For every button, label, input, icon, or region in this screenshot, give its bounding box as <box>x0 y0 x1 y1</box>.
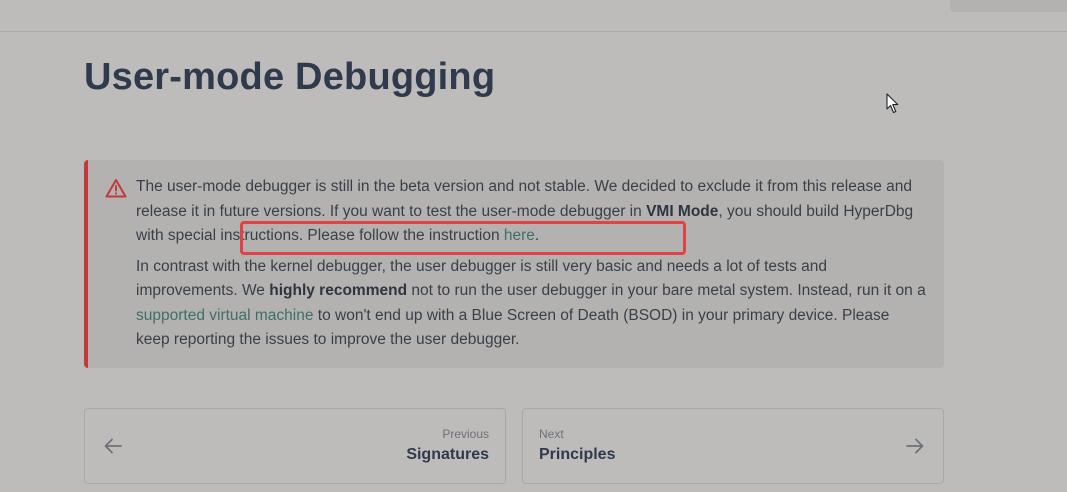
supported-virtual-machine-link[interactable]: supported virtual machine <box>136 307 314 324</box>
arrow-right-icon <box>906 438 924 454</box>
arrow-left-icon <box>104 438 122 454</box>
top-navbar <box>0 0 1067 32</box>
warning-triangle-icon <box>105 179 127 198</box>
vmi-mode-label: VMI Mode <box>646 202 719 220</box>
callout-p2-text2: not to run the user debugger in your bar… <box>407 282 926 299</box>
next-title: Principles <box>539 446 616 463</box>
next-page-link[interactable]: Next Principles <box>522 408 944 484</box>
previous-caption: Previous <box>442 427 489 441</box>
callout-paragraph-2: In contrast with the kernel debugger, th… <box>136 255 926 353</box>
mouse-cursor-icon <box>886 93 899 114</box>
warning-callout: The user-mode debugger is still in the b… <box>84 160 944 368</box>
callout-text: The user-mode debugger is still in the b… <box>136 175 926 359</box>
search-box[interactable] <box>950 0 1067 12</box>
next-caption: Next <box>539 427 564 441</box>
previous-title: Signatures <box>406 446 489 463</box>
annotation-highlight-box <box>240 221 686 255</box>
previous-page-link[interactable]: Previous Signatures <box>84 408 506 484</box>
page-title: User-mode Debugging <box>84 56 496 98</box>
highly-recommend-label: highly recommend <box>269 282 408 299</box>
